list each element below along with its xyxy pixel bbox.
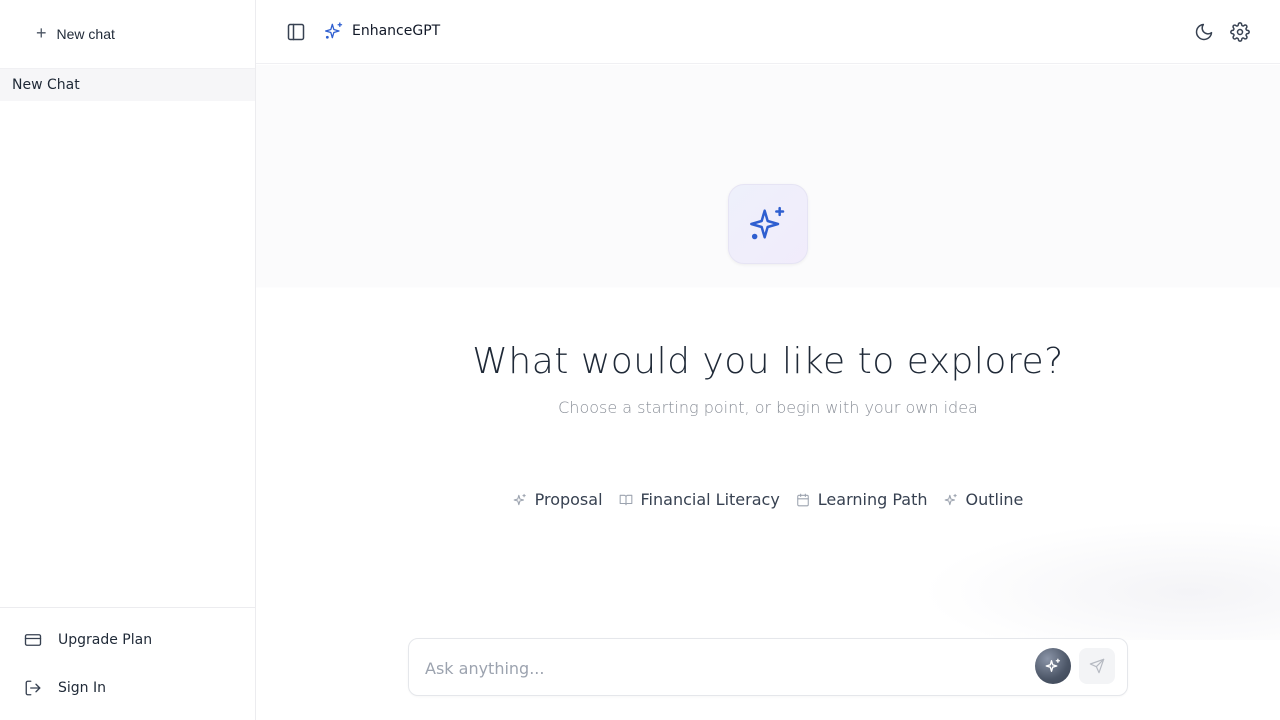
sign-in-button[interactable]: Sign In <box>24 672 106 704</box>
suggestion-chips: Proposal Financial Literacy Learning Pat… <box>256 490 1280 509</box>
gear-icon[interactable] <box>1230 22 1250 42</box>
new-chat-label: New chat <box>56 26 115 42</box>
sparkle-icon <box>513 493 526 505</box>
chat-composer <box>408 638 1128 696</box>
upgrade-plan-button[interactable]: Upgrade Plan <box>24 624 152 656</box>
send-icon <box>1089 658 1105 674</box>
suggestion-financial-literacy[interactable]: Financial Literacy <box>619 490 780 509</box>
hero-subtitle: Choose a starting point, or begin with y… <box>558 398 978 417</box>
sign-in-label: Sign In <box>58 680 106 696</box>
credit-card-icon <box>24 634 42 646</box>
main-content: What would you like to explore? Choose a… <box>256 65 1280 720</box>
suggestion-learning-path[interactable]: Learning Path <box>796 490 928 509</box>
message-input[interactable] <box>425 653 1025 683</box>
sidebar-bottom-divider <box>0 607 255 608</box>
enhance-prompt-button[interactable] <box>1035 648 1071 684</box>
app-root: + New chat New Chat Upgrade Plan Sign In <box>0 0 1280 720</box>
chip-label: Outline <box>965 490 1024 509</box>
sparkle-icon <box>944 493 957 505</box>
new-chat-button[interactable]: + New chat <box>24 18 127 50</box>
sidebar: + New chat New Chat Upgrade Plan Sign In <box>0 0 256 720</box>
top-header: EnhanceGPT <box>256 0 1280 64</box>
moon-icon[interactable] <box>1194 22 1214 42</box>
chip-label: Proposal <box>534 490 603 509</box>
chip-label: Financial Literacy <box>640 490 780 509</box>
upgrade-plan-label: Upgrade Plan <box>58 632 153 648</box>
sparkle-icon <box>750 206 785 240</box>
sidebar-toggle-icon[interactable] <box>286 22 306 42</box>
calendar-icon <box>797 493 809 506</box>
send-button[interactable] <box>1079 648 1115 684</box>
hero-title: What would you like to explore? <box>472 341 1064 382</box>
brand-name: EnhanceGPT <box>352 23 441 39</box>
sidebar-chat-item[interactable]: New Chat <box>0 69 255 101</box>
suggestion-proposal[interactable]: Proposal <box>513 490 603 509</box>
sparkle-icon <box>325 22 343 39</box>
chat-item-title: New Chat <box>12 77 80 93</box>
chip-label: Learning Path <box>817 490 928 509</box>
plus-icon: + <box>36 23 47 43</box>
magic-sparkle-icon <box>1045 658 1061 672</box>
background-glow <box>920 520 1280 640</box>
log-in-icon <box>25 680 41 696</box>
hero-icon-tile <box>728 184 808 264</box>
suggestion-outline[interactable]: Outline <box>944 490 1024 509</box>
book-icon <box>619 494 632 505</box>
